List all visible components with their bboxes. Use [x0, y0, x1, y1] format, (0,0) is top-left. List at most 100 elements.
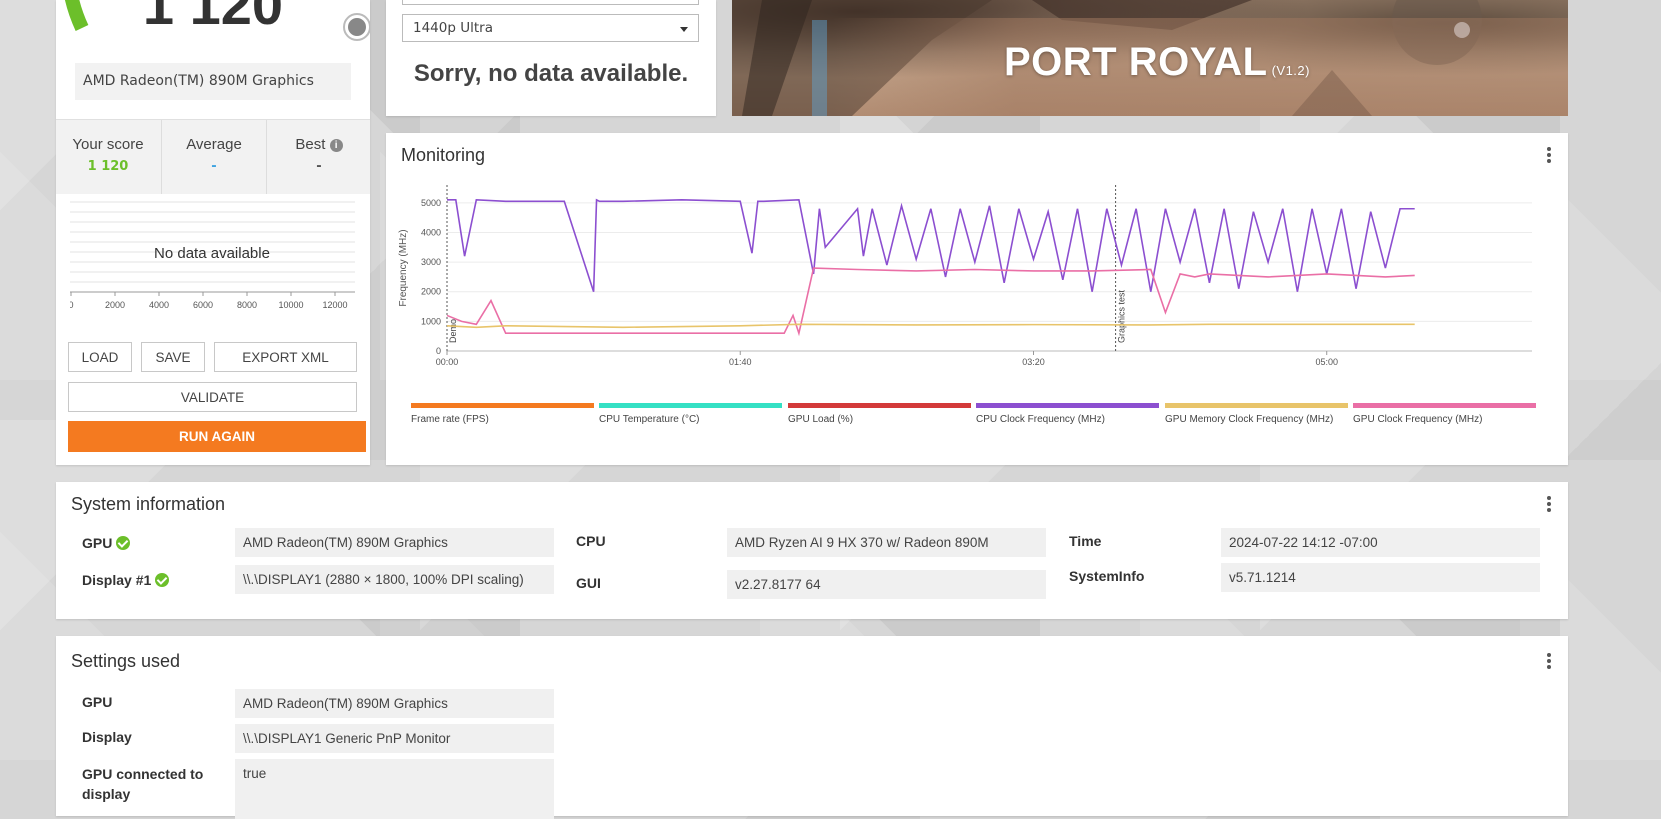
- y-tick-4: 4000: [421, 227, 441, 237]
- time-label: Time: [1069, 533, 1102, 549]
- legend-label: GPU Clock Frequency (MHz): [1353, 414, 1483, 425]
- settings-display-label: Display: [82, 729, 132, 745]
- display-value: \\.\DISPLAY1 (2880 × 1800, 100% DPI scal…: [235, 565, 554, 594]
- series-gpu-clock-frequency-mhz: [446, 267, 1415, 337]
- legend-swatch: [976, 403, 1159, 408]
- benchmark-version: (V1.2): [1271, 63, 1310, 78]
- monitoring-card: Monitoring 0 1000 2000 3000 4000 5000 00…: [386, 133, 1568, 465]
- load-button[interactable]: LOAD: [68, 342, 132, 372]
- info-icon[interactable]: i: [329, 139, 343, 152]
- y-axis-label: Frequency (MHz): [398, 229, 409, 306]
- systeminfo-label: SystemInfo: [1069, 568, 1145, 584]
- average-label: Average: [186, 136, 242, 153]
- gpu-connected-label: GPU connected to display: [82, 766, 204, 802]
- y-tick-2: 2000: [421, 287, 441, 297]
- no-data-text: No data available: [154, 245, 270, 262]
- legend-frame-rate[interactable]: Frame rate (FPS): [411, 403, 594, 433]
- best-score: Best i -: [266, 120, 371, 194]
- legend-gpu-memory-clock[interactable]: GPU Memory Clock Frequency (MHz): [1165, 403, 1348, 433]
- score-value: 1 120: [142, 0, 284, 36]
- x-tick-2: 03:20: [1022, 357, 1045, 367]
- monitoring-title: Monitoring: [401, 145, 486, 165]
- legend-swatch: [788, 403, 971, 408]
- mini-tick-1: 2000: [105, 300, 125, 310]
- gui-value: v2.27.8177 64: [727, 570, 1046, 599]
- marker-graphics-test-label: Graphics test: [1117, 289, 1127, 343]
- y-tick-3: 3000: [421, 257, 441, 267]
- benchmark-title: PORT ROYAL (V1.2): [1004, 40, 1310, 85]
- best-label: Best: [295, 136, 326, 153]
- x-tick-3: 05:00: [1315, 357, 1338, 367]
- series-gpu-memory-clock-frequency-mhz: [446, 323, 1415, 329]
- mini-tick-5: 10000: [278, 300, 303, 310]
- legend-swatch: [1165, 403, 1348, 408]
- settings-gpu-value: AMD Radeon(TM) 890M Graphics: [235, 689, 554, 718]
- cpu-label: CPU: [576, 533, 606, 549]
- series-cpu-clock-frequency-mhz: [447, 198, 1415, 292]
- mini-tick-3: 6000: [193, 300, 213, 310]
- benchmark-name: PORT ROYAL: [1004, 40, 1268, 84]
- legend-gpu-load[interactable]: GPU Load (%): [788, 403, 971, 433]
- best-value: -: [316, 159, 322, 174]
- y-tick-0: 0: [436, 346, 441, 356]
- your-score-label: Your score: [72, 136, 144, 153]
- score-distribution-chart: 0 2000 4000 6000 8000 10000 12000 No dat…: [70, 201, 355, 310]
- legend-cpu-temperature[interactable]: CPU Temperature (°C): [599, 403, 782, 433]
- legend-label: GPU Memory Clock Frequency (MHz): [1165, 414, 1334, 425]
- settings-used-title: Settings used: [71, 651, 181, 671]
- score-gauge: 1 120: [56, 0, 370, 50]
- time-value: 2024-07-22 14:12 -07:00: [1221, 528, 1540, 557]
- system-information-title: System information: [71, 494, 226, 514]
- benchmark-banner: PORT ROYAL (V1.2): [732, 0, 1568, 116]
- no-data-message: Sorry, no data available.: [413, 60, 689, 87]
- mini-tick-4: 8000: [237, 300, 257, 310]
- monitoring-menu-icon[interactable]: [1546, 146, 1552, 164]
- preset-select[interactable]: 1440p Ultra: [402, 14, 699, 42]
- x-tick-0: 00:00: [436, 357, 459, 367]
- legend-label: Frame rate (FPS): [411, 414, 489, 425]
- gpu-value: AMD Radeon(TM) 890M Graphics: [235, 528, 554, 557]
- settings-menu-icon[interactable]: [1546, 652, 1552, 670]
- preset-card: 1440p Ultra Sorry, no data available.: [386, 0, 716, 116]
- legend-swatch: [411, 403, 594, 408]
- previous-select-edge: [402, 0, 699, 5]
- system-information-card: System information GPU AMD Radeon(TM) 89…: [56, 482, 1568, 619]
- settings-gpu-label: GPU: [82, 694, 113, 710]
- gpu-connected-value: true: [235, 759, 554, 819]
- save-button[interactable]: SAVE: [141, 342, 205, 372]
- gpu-label: GPU: [82, 535, 131, 551]
- export-xml-button[interactable]: EXPORT XML: [214, 342, 357, 372]
- legend-gpu-clock[interactable]: GPU Clock Frequency (MHz): [1353, 403, 1536, 433]
- average-score: Average -: [161, 120, 266, 194]
- legend-swatch: [599, 403, 782, 408]
- legend-label: GPU Load (%): [788, 414, 854, 425]
- marker-demo-label: Demo: [448, 319, 458, 343]
- gpu-name: AMD Radeon(TM) 890M Graphics: [75, 63, 351, 100]
- check-icon: [116, 536, 131, 550]
- legend-cpu-clock[interactable]: CPU Clock Frequency (MHz): [976, 403, 1159, 433]
- settings-used-card: Settings used GPU AMD Radeon(TM) 890M Gr…: [56, 636, 1568, 819]
- mini-tick-0: 0: [70, 300, 74, 310]
- run-again-button[interactable]: RUN AGAIN: [68, 421, 366, 452]
- chevron-down-icon: [680, 27, 688, 32]
- average-value: -: [211, 159, 217, 174]
- gui-label: GUI: [576, 575, 601, 591]
- mini-tick-2: 4000: [149, 300, 169, 310]
- score-card: 1 120 AMD Radeon(TM) 890M Graphics Your …: [56, 0, 370, 465]
- preset-select-value: 1440p Ultra: [413, 20, 493, 36]
- cpu-value: AMD Ryzen AI 9 HX 370 w/ Radeon 890M: [727, 528, 1046, 557]
- mini-tick-6: 12000: [322, 300, 347, 310]
- system-info-menu-icon[interactable]: [1546, 495, 1552, 513]
- y-tick-1: 1000: [421, 316, 441, 326]
- your-score: Your score 1 120: [56, 120, 160, 194]
- check-icon: [155, 573, 170, 587]
- settings-display-value: \\.\DISPLAY1 Generic PnP Monitor: [235, 724, 554, 753]
- validate-button[interactable]: VALIDATE: [68, 382, 357, 412]
- systeminfo-value: v5.71.1214: [1221, 563, 1540, 592]
- legend-label: CPU Clock Frequency (MHz): [976, 414, 1105, 425]
- your-score-value: 1 120: [87, 159, 129, 174]
- display-label: Display #1: [82, 572, 170, 588]
- x-tick-1: 01:40: [729, 357, 752, 367]
- monitoring-chart: 0 1000 2000 3000 4000 5000 00:00 01:40 0…: [398, 185, 1532, 367]
- y-tick-5: 5000: [421, 198, 441, 208]
